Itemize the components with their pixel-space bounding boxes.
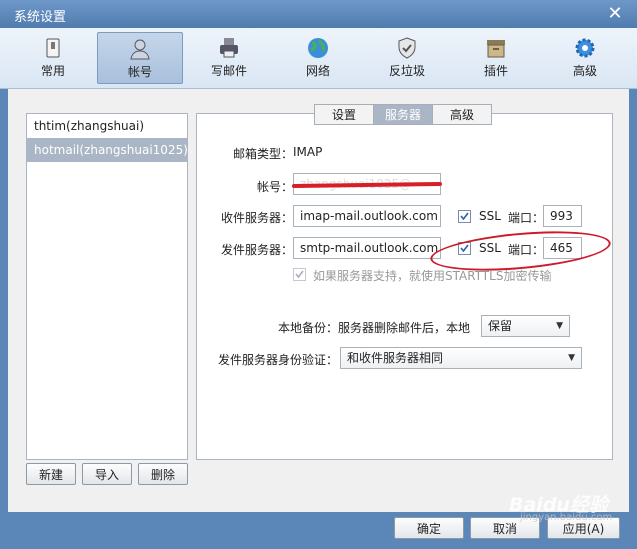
toolbar-label: 写邮件 <box>210 64 247 78</box>
globe-icon <box>308 38 328 58</box>
mailbox-type-value: IMAP <box>293 145 323 159</box>
switch-icon <box>46 38 60 58</box>
backup-label: 本地备份： <box>277 321 338 335</box>
toolbar-item-plugins[interactable]: 插件 <box>453 32 539 84</box>
account-label: 帐号： <box>256 180 293 194</box>
import-button[interactable]: 导入 <box>82 463 132 485</box>
toolbar-label: 反垃圾 <box>388 64 425 78</box>
backup-text: 服务器删除邮件后，本地 <box>338 321 471 335</box>
chevron-down-icon: ▼ <box>556 321 563 331</box>
user-icon <box>130 39 150 60</box>
toolbar-label: 高级 <box>572 64 597 78</box>
auth-select[interactable]: 和收件服务器相同 ▼ <box>340 347 582 369</box>
toolbar-item-general[interactable]: 常用 <box>10 32 96 84</box>
toolbar-label: 插件 <box>483 64 508 78</box>
toolbar-item-compose[interactable]: 写邮件 <box>186 32 272 84</box>
toolbar-item-advanced[interactable]: 高级 <box>542 32 628 84</box>
incoming-port-field[interactable]: 993 <box>543 205 582 227</box>
starttls-label: 如果服务器支持，就使用STARTTLS加密传输 <box>313 269 552 283</box>
toolbar-label: 常用 <box>40 64 65 78</box>
title-bar: 系统设置 ✕ <box>0 0 637 28</box>
settings-content: thtim(zhangshuai) hotmail(zhangshuai1025… <box>8 89 629 512</box>
account-item[interactable]: thtim(zhangshuai) <box>27 114 187 138</box>
tab-server[interactable]: 服务器 <box>373 104 433 125</box>
detail-tabs: 设置 服务器 高级 <box>314 104 492 125</box>
outgoing-server-label: 发件服务器： <box>220 243 293 257</box>
outgoing-server-field[interactable]: smtp-mail.outlook.com <box>293 237 441 259</box>
account-item-selected[interactable]: hotmail(zhangshuai1025) <box>27 138 188 162</box>
toolbar-label: 网络 <box>305 64 330 78</box>
box-icon <box>487 40 505 58</box>
tab-advanced[interactable]: 高级 <box>432 104 492 125</box>
gear-icon <box>575 38 595 58</box>
toolbar-label: 帐号 <box>127 65 152 79</box>
mailbox-type-label: 邮箱类型： <box>232 147 293 161</box>
account-detail-panel <box>196 113 613 460</box>
settings-window: 系统设置 ✕ 常用 帐号 写邮件 网络 反垃圾 插件 高级 thtim(zhan… <box>0 0 637 549</box>
delete-button[interactable]: 删除 <box>138 463 188 485</box>
chevron-down-icon: ▼ <box>568 353 575 363</box>
toolbar: 常用 帐号 写邮件 网络 反垃圾 插件 高级 <box>0 28 637 89</box>
starttls-checkbox[interactable] <box>293 268 306 281</box>
printer-icon <box>220 38 238 58</box>
incoming-port-label: 端口： <box>508 211 545 225</box>
incoming-server-field[interactable]: imap-mail.outlook.com <box>293 205 441 227</box>
window-title: 系统设置 <box>14 10 67 25</box>
auth-label: 发件服务器身份验证： <box>217 353 338 367</box>
tab-settings[interactable]: 设置 <box>314 104 374 125</box>
new-account-button[interactable]: 新建 <box>26 463 76 485</box>
auth-select-value: 和收件服务器相同 <box>347 351 444 365</box>
watermark-url: jingyan.baidu.com <box>520 512 613 523</box>
toolbar-item-antispam[interactable]: 反垃圾 <box>364 32 450 84</box>
incoming-ssl-label: SSL <box>479 209 501 223</box>
shield-icon <box>398 37 416 59</box>
toolbar-item-account[interactable]: 帐号 <box>97 32 183 84</box>
ok-button[interactable]: 确定 <box>394 517 464 539</box>
close-icon[interactable]: ✕ <box>605 4 625 24</box>
account-list[interactable]: thtim(zhangshuai) hotmail(zhangshuai1025… <box>26 113 188 460</box>
incoming-ssl-checkbox[interactable] <box>458 210 471 223</box>
backup-select-value: 保留 <box>488 319 513 333</box>
backup-select[interactable]: 保留 ▼ <box>481 315 570 337</box>
toolbar-item-network[interactable]: 网络 <box>275 32 361 84</box>
incoming-server-label: 收件服务器： <box>220 211 293 225</box>
